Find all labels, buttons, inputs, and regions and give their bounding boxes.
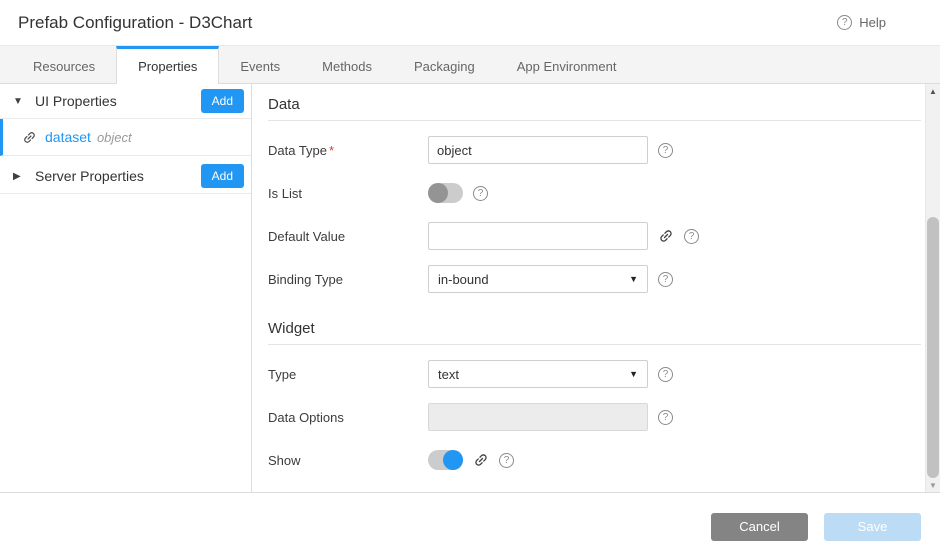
toggle-knob xyxy=(443,450,463,470)
dialog-body: ▼ UI Properties Add dataset object ▶ Ser… xyxy=(0,84,940,492)
form-row-widget-type: Type text ▼ ? xyxy=(268,360,921,388)
form-row-show: Show ? xyxy=(268,446,921,474)
form-row-default-value: Default Value ? xyxy=(268,222,921,250)
toggle-knob xyxy=(428,183,448,203)
prefab-configuration-dialog: Prefab Configuration - D3Chart ? Help Re… xyxy=(0,0,940,560)
dialog-footer: Cancel Save xyxy=(0,492,940,560)
tab-properties[interactable]: Properties xyxy=(116,46,219,84)
data-options-help-icon[interactable]: ? xyxy=(658,410,673,425)
caret-down-icon: ▼ xyxy=(629,274,638,284)
section-title-widget: Widget xyxy=(268,308,921,345)
dataset-item-type: object xyxy=(97,130,132,145)
tab-bar: Resources Properties Events Methods Pack… xyxy=(0,46,940,84)
section-title-data: Data xyxy=(268,84,921,121)
add-ui-property-button[interactable]: Add xyxy=(201,89,244,113)
widget-type-value: text xyxy=(438,367,459,382)
sidebar-group-ui-properties[interactable]: ▼ UI Properties Add xyxy=(0,84,251,119)
save-button[interactable]: Save xyxy=(824,513,921,541)
scroll-up-arrow-icon[interactable]: ▲ xyxy=(926,84,940,98)
link-icon xyxy=(22,130,37,145)
data-options-input xyxy=(428,403,648,431)
form-row-data-options: Data Options ? xyxy=(268,403,921,431)
show-label: Show xyxy=(268,453,428,468)
sidebar-group-server-properties[interactable]: ▶ Server Properties Add xyxy=(0,159,251,194)
tab-app-environment[interactable]: App Environment xyxy=(496,46,638,83)
bind-link-icon[interactable] xyxy=(658,228,674,244)
chevron-right-icon: ▶ xyxy=(13,171,35,182)
ui-properties-label: UI Properties xyxy=(35,93,201,109)
cancel-button[interactable]: Cancel xyxy=(711,513,808,541)
scrollbar-thumb[interactable] xyxy=(927,217,939,478)
widget-type-help-icon[interactable]: ? xyxy=(658,367,673,382)
chevron-down-icon: ▼ xyxy=(13,96,35,107)
data-type-label: Data Type* xyxy=(268,143,428,158)
widget-type-select[interactable]: text ▼ xyxy=(428,360,648,388)
property-form-panel: Data Data Type* ? Is List ? Default Valu xyxy=(252,84,925,492)
scroll-down-arrow-icon[interactable]: ▼ xyxy=(926,478,940,492)
form-row-is-list: Is List ? xyxy=(268,179,921,207)
help-circle-icon: ? xyxy=(837,15,852,30)
default-value-label: Default Value xyxy=(268,229,428,244)
default-value-help-icon[interactable]: ? xyxy=(684,229,699,244)
tab-packaging[interactable]: Packaging xyxy=(393,46,496,83)
data-options-label: Data Options xyxy=(268,410,428,425)
tab-resources[interactable]: Resources xyxy=(12,46,116,83)
page-title: Prefab Configuration - D3Chart xyxy=(18,13,252,33)
show-help-icon[interactable]: ? xyxy=(499,453,514,468)
default-value-input[interactable] xyxy=(428,222,648,250)
scrollbar-track[interactable] xyxy=(926,98,940,478)
binding-type-label: Binding Type xyxy=(268,272,428,287)
form-row-binding-type: Binding Type in-bound ▼ ? xyxy=(268,265,921,293)
show-toggle[interactable] xyxy=(428,450,463,470)
dataset-item-name: dataset xyxy=(45,129,91,145)
data-type-input[interactable] xyxy=(428,136,648,164)
required-asterisk: * xyxy=(329,143,334,158)
is-list-help-icon[interactable]: ? xyxy=(473,186,488,201)
is-list-toggle[interactable] xyxy=(428,183,463,203)
binding-type-select[interactable]: in-bound ▼ xyxy=(428,265,648,293)
is-list-label: Is List xyxy=(268,186,428,201)
server-properties-label: Server Properties xyxy=(35,168,201,184)
add-server-property-button[interactable]: Add xyxy=(201,164,244,188)
vertical-scrollbar[interactable]: ▲ ▼ xyxy=(925,84,940,492)
widget-type-label: Type xyxy=(268,367,428,382)
help-label: Help xyxy=(859,15,886,30)
caret-down-icon: ▼ xyxy=(629,369,638,379)
binding-type-value: in-bound xyxy=(438,272,489,287)
dialog-header: Prefab Configuration - D3Chart ? Help xyxy=(0,0,940,46)
properties-sidebar: ▼ UI Properties Add dataset object ▶ Ser… xyxy=(0,84,252,492)
tab-events[interactable]: Events xyxy=(219,46,301,83)
help-link[interactable]: ? Help xyxy=(837,15,886,30)
binding-type-help-icon[interactable]: ? xyxy=(658,272,673,287)
form-row-data-type: Data Type* ? xyxy=(268,136,921,164)
sidebar-item-dataset[interactable]: dataset object xyxy=(0,119,251,156)
bind-link-icon[interactable] xyxy=(473,452,489,468)
data-type-help-icon[interactable]: ? xyxy=(658,143,673,158)
tab-methods[interactable]: Methods xyxy=(301,46,393,83)
